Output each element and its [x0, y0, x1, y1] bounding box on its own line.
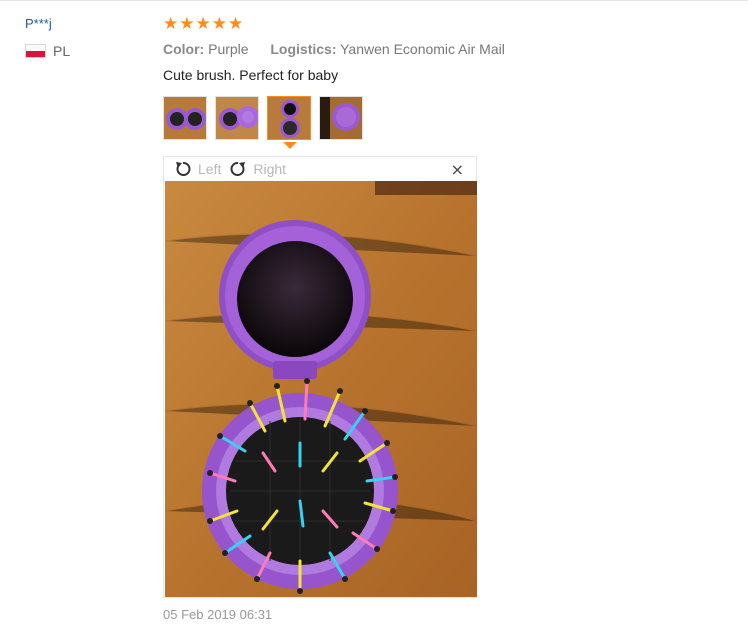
- color-value: Purple: [208, 41, 249, 57]
- review-text: Cute brush. Perfect for baby: [163, 67, 339, 83]
- rotate-right-label: Right: [253, 161, 287, 177]
- star-icon: ★: [179, 14, 195, 34]
- rotate-right-button[interactable]: Right: [229, 160, 286, 178]
- reviewer-name[interactable]: P***j: [25, 16, 52, 31]
- reviewer-country: PL: [25, 43, 70, 59]
- star-icon: ★: [195, 14, 211, 34]
- star-icon: ★: [163, 14, 179, 34]
- star-icon: ★: [228, 14, 244, 34]
- divider: [0, 0, 748, 1]
- color-label: Color:: [163, 41, 205, 57]
- order-attributes: Color: Purple Logistics: Yanwen Economic…: [163, 41, 505, 57]
- review-date: 05 Feb 2019 06:31: [163, 607, 273, 622]
- country-code: PL: [53, 43, 71, 59]
- photo-thumbnail-active[interactable]: [267, 96, 311, 140]
- rotate-left-label: Left: [198, 161, 222, 177]
- logistics-label: Logistics:: [270, 41, 337, 57]
- close-icon[interactable]: ×: [451, 160, 464, 179]
- photo-thumbnail[interactable]: [319, 96, 363, 140]
- logistics-value: Yanwen Economic Air Mail: [340, 41, 505, 57]
- photo-thumbnail[interactable]: [163, 96, 207, 140]
- rotate-left-icon: [176, 162, 191, 176]
- active-thumbnail-caret: [283, 142, 297, 149]
- photo-viewer: Left Right ×: [163, 156, 477, 598]
- rotate-right-icon: [230, 162, 246, 176]
- poland-flag-icon: [25, 44, 46, 58]
- viewer-toolbar: Left Right ×: [164, 157, 476, 181]
- star-icon: ★: [211, 14, 227, 34]
- rotate-left-button[interactable]: Left: [174, 160, 221, 178]
- star-rating: ★ ★ ★ ★ ★: [163, 14, 243, 34]
- photo-thumbnails: [163, 96, 363, 140]
- photo-thumbnail[interactable]: [215, 96, 259, 140]
- review-photo: [165, 181, 477, 597]
